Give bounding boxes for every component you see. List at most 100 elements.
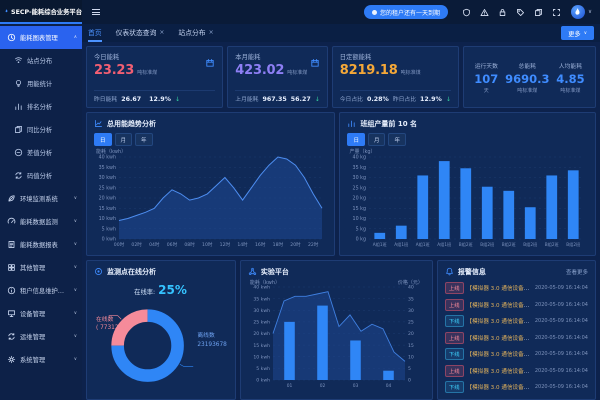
chevron-down-icon[interactable]: ∨ xyxy=(588,9,592,15)
footer-value: 56.27 xyxy=(291,96,311,103)
alarm-row-3[interactable]: 上线【模拟器 3.0 通信设备】模拟器 3.0...2020-05-09 16:… xyxy=(445,331,588,345)
range-tab[interactable]: 年 xyxy=(135,133,153,146)
close-icon[interactable]: × xyxy=(209,29,214,36)
alarm-row-0[interactable]: 上线【模拟器 3.0 通信设备】模拟器 3.0...2020-05-09 16:… xyxy=(445,281,588,295)
sidebar-item-3[interactable]: 能耗数据报表∨ xyxy=(0,233,82,256)
online-panel: 监测点在线分析 在线率: 25% 在线数 ( 7731226 ) 离线数 231 xyxy=(86,260,236,400)
recycle-icon xyxy=(7,332,16,341)
platform-combo-chart: 0 kwh05 kwh510 kwh1015 kwh1520 kwh2025 k… xyxy=(248,279,425,394)
range-tab[interactable]: 月 xyxy=(115,133,133,146)
range-tab[interactable]: 日 xyxy=(94,133,112,146)
svg-text:30 kwh: 30 kwh xyxy=(99,175,116,181)
tab-2[interactable]: 站点分布× xyxy=(178,24,213,42)
sidebar-subitem-0-1[interactable]: 用能统计 xyxy=(0,72,82,95)
svg-text:14时: 14时 xyxy=(237,241,248,248)
y-axis-label: 产量（kg） xyxy=(349,148,375,155)
line-chart-icon xyxy=(94,119,103,128)
panel-title: 班组产量前 10 名 xyxy=(360,119,417,129)
sidebar-item-8[interactable]: 系统管理∨ xyxy=(0,348,82,371)
svg-text:20 kwh: 20 kwh xyxy=(253,331,270,337)
sidebar-subitem-0-5[interactable]: 码值分析 xyxy=(0,164,82,187)
gauge-icon xyxy=(7,217,16,226)
sidebar-item-4[interactable]: 其他管理∨ xyxy=(0,256,82,279)
alarm-row-1[interactable]: 上线【模拟器 3.0 通信设备】模拟器 3.0...2020-05-09 16:… xyxy=(445,298,588,312)
bulb-icon xyxy=(14,79,23,88)
chevron-icon: ∨ xyxy=(74,288,77,293)
panel-title: 总用能趋势分析 xyxy=(107,119,156,129)
flame-logo-icon xyxy=(5,6,8,16)
sidebar-item-5[interactable]: 租户信息维护管理∨ xyxy=(0,279,82,302)
ranking-panel: 班组产量前 10 名 日月年 产量（kg） 0 kg5 kg10 kg15 kg… xyxy=(339,112,596,256)
svg-text:B组2班: B组2班 xyxy=(567,241,581,248)
svg-text:25 kg: 25 kg xyxy=(353,185,366,191)
y-axis-label: 能耗（kwh） xyxy=(96,148,126,155)
status-badge: 上线 xyxy=(445,282,464,294)
sidebar-item-2[interactable]: 能耗数据监测∨ xyxy=(0,210,82,233)
svg-text:5 kg: 5 kg xyxy=(356,226,366,232)
footer-value: 12.9% xyxy=(420,96,442,103)
tab-1[interactable]: 仪表状态查询× xyxy=(116,24,165,42)
brand[interactable]: SECP-能耗综合业务平台 xyxy=(0,0,82,24)
shield-icon[interactable] xyxy=(462,8,471,17)
tenant-notice-button[interactable]: 您的租户还有一天到期 xyxy=(364,5,448,19)
chevron-icon: ∨ xyxy=(74,311,77,316)
range-tab[interactable]: 月 xyxy=(368,133,386,146)
svg-text:02: 02 xyxy=(320,383,326,389)
svg-text:5: 5 xyxy=(408,366,411,372)
svg-text:10: 10 xyxy=(408,354,414,360)
alarm-text: 【模拟器 3.0 通信设备】模拟器 3.0... xyxy=(467,367,532,375)
svg-text:25: 25 xyxy=(408,320,414,326)
range-tab[interactable]: 年 xyxy=(388,133,406,146)
tag-icon[interactable] xyxy=(516,8,525,17)
alarm-text: 【模拟器 3.0 通信设备】模拟器 3.0... xyxy=(467,284,532,292)
range-tab[interactable]: 日 xyxy=(347,133,365,146)
donut-label-online: 在线数 ( 7731226 ) xyxy=(96,316,130,333)
site-icon xyxy=(14,56,23,65)
alarm-text: 【模拟器 3.0 通信设备】模拟器 3.0... xyxy=(467,334,532,342)
stat-footer: 上月能耗967.35 56.27 ↓ xyxy=(235,90,319,103)
stat-card-today: 今日能耗 23.23吨标准煤 昨日能耗26.67 12.9% ↓ xyxy=(86,46,223,108)
sidebar-subitem-0-3[interactable]: 同比分析 xyxy=(0,118,82,141)
svg-text:B组2班: B组2班 xyxy=(524,241,538,248)
sidebar-item-0[interactable]: 能耗图表管理∧ xyxy=(0,26,82,49)
sidebar: 能耗图表管理∧站点分布用能统计排名分析同比分析差值分析码值分析环境监测系统∨能耗… xyxy=(0,24,82,400)
fullscreen-icon[interactable] xyxy=(552,8,561,17)
status-badge: 上线 xyxy=(445,365,464,377)
close-icon[interactable]: × xyxy=(159,29,164,36)
svg-text:15 kg: 15 kg xyxy=(353,206,366,212)
sidebar-subitem-0-0[interactable]: 站点分布 xyxy=(0,49,82,72)
svg-text:20 kwh: 20 kwh xyxy=(99,196,116,202)
summary-value: 4.85 xyxy=(556,72,584,86)
chevron-down-icon: ∨ xyxy=(584,31,587,36)
sidebar-item-1[interactable]: 环境监测系统∨ xyxy=(0,187,82,210)
alarm-row-2[interactable]: 下线【模拟器 3.0 通信设备】模拟器 3.0...2020-05-09 16:… xyxy=(445,314,588,328)
warning-icon[interactable] xyxy=(480,8,489,17)
sidebar-item-7[interactable]: 运维管理∨ xyxy=(0,325,82,348)
avatar-flame-icon xyxy=(574,8,581,16)
sidebar-subitem-0-2[interactable]: 排名分析 xyxy=(0,95,82,118)
menu-toggle-icon[interactable] xyxy=(92,9,100,15)
clock-icon xyxy=(7,33,16,42)
svg-text:15: 15 xyxy=(408,343,414,349)
copy-icon[interactable] xyxy=(534,8,543,17)
svg-text:35 kg: 35 kg xyxy=(353,165,366,171)
alarm-time: 2020-05-09 16:14:04 xyxy=(535,335,588,341)
sidebar-subitem-0-4[interactable]: 差值分析 xyxy=(0,141,82,164)
lock-icon[interactable] xyxy=(498,8,507,17)
svg-text:02时: 02时 xyxy=(131,241,142,248)
alarm-row-6[interactable]: 下线【模拟器 3.0 通信设备】模拟器 3.0...2020-05-09 16:… xyxy=(445,380,588,394)
calendar-icon xyxy=(205,53,215,63)
view-more-link[interactable]: 查看更多 xyxy=(566,268,588,276)
sidebar-item-6[interactable]: 设备管理∨ xyxy=(0,302,82,325)
svg-text:10 kwh: 10 kwh xyxy=(253,354,270,360)
footer-label: 昨日能耗 xyxy=(94,94,117,103)
header-icons xyxy=(462,8,561,17)
svg-text:B组2班: B组2班 xyxy=(459,241,473,248)
tab-0[interactable]: 首页 xyxy=(88,24,102,42)
panel-title: 监测点在线分析 xyxy=(107,267,156,277)
alarm-row-4[interactable]: 下线【模拟器 3.0 通信设备】模拟器 3.0...2020-05-09 16:… xyxy=(445,347,588,361)
alarm-row-5[interactable]: 上线【模拟器 3.0 通信设备】模拟器 3.0...2020-05-09 16:… xyxy=(445,364,588,378)
alarm-time: 2020-05-09 16:14:04 xyxy=(535,368,588,374)
avatar[interactable] xyxy=(571,5,585,19)
more-button[interactable]: 更多∨ xyxy=(561,26,594,40)
